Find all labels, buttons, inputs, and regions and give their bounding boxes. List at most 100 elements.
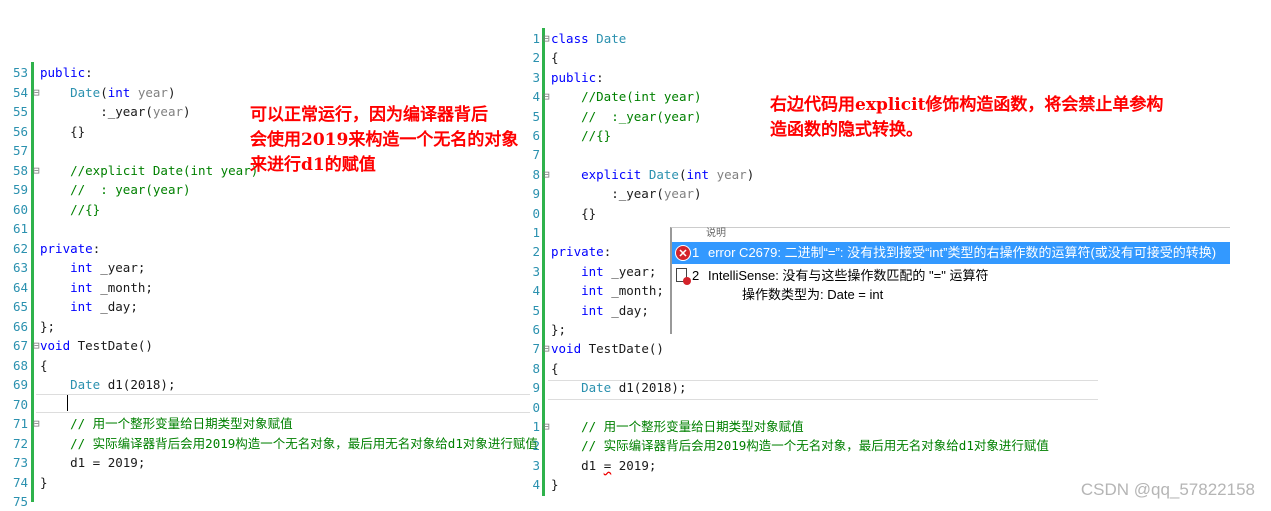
- left-annotation: 可以正常运行，因为编译器背后 会使用2019来构造一个无名的对象 来进行d1的赋…: [250, 103, 518, 178]
- code-line[interactable]: 67 ⊟ void TestDate(): [0, 336, 530, 355]
- code-line[interactable]: 68 {: [0, 356, 530, 375]
- code-text: {: [40, 357, 48, 373]
- code-line[interactable]: 70: [0, 395, 530, 414]
- line-number: 6: [532, 128, 540, 143]
- code-line[interactable]: 53 public:: [0, 63, 530, 82]
- code-line[interactable]: 9 :_year(year): [530, 184, 1100, 203]
- line-number: 6: [532, 322, 540, 337]
- line-number: 9: [532, 186, 540, 202]
- code-text: int _year;: [70, 260, 146, 275]
- code-line[interactable]: 3 d1 = 2019;: [530, 456, 1100, 475]
- code-line[interactable]: 60 //{}: [0, 200, 530, 219]
- code-line[interactable]: 61: [0, 219, 530, 238]
- fold-toggle-icon[interactable]: ⊟: [543, 165, 550, 184]
- line-number: 2: [532, 244, 540, 260]
- code-text: // 实际编译器背后会用2019构造一个无名对象，最后用无名对象给d1对象进行赋…: [70, 435, 538, 451]
- code-line[interactable]: 75: [0, 492, 530, 511]
- line-number: 4: [532, 477, 540, 493]
- code-text: //{}: [70, 201, 101, 217]
- code-text: };: [551, 322, 567, 337]
- line-number: 64: [12, 279, 28, 295]
- code-text: int _day;: [581, 302, 649, 318]
- line-number: 59: [12, 182, 28, 197]
- fold-toggle-icon[interactable]: ⊟: [33, 83, 40, 102]
- code-line[interactable]: 0 {}: [530, 204, 1100, 223]
- code-text: Date d1(2018);: [581, 380, 687, 396]
- error-row[interactable]: ✕ 1 error C2679: 二进制“=”: 没有找到接受“int”类型的右…: [672, 242, 1230, 264]
- code-line[interactable]: 62 private:: [0, 239, 530, 258]
- code-text: {: [551, 360, 559, 376]
- line-number: 75: [12, 494, 28, 509]
- code-text: int _day;: [70, 299, 138, 314]
- left-annotation-line-2: 会使用2019来构造一个无名的对象: [250, 130, 519, 150]
- code-line[interactable]: 74}: [0, 473, 530, 492]
- code-line[interactable]: 1 ⊟ class Date: [530, 29, 1100, 48]
- watermark: CSDN @qq_57822158: [1080, 480, 1255, 499]
- line-number: 8: [532, 360, 540, 376]
- intellisense-detail-row: 操作数类型为: Date = int: [672, 284, 1230, 306]
- code-line[interactable]: 69 Date d1(2018);: [0, 375, 530, 394]
- code-line[interactable]: 54 ⊟ Date(int year): [0, 83, 530, 102]
- code-line[interactable]: 73 d1 = 2019;: [0, 453, 530, 472]
- code-line[interactable]: 2 // 实际编译器背后会用2019构造一个无名对象，最后用无名对象给d1对象进…: [530, 436, 1100, 455]
- code-text: Date d1(2018);: [70, 377, 176, 392]
- line-number: 66: [12, 318, 28, 334]
- fold-toggle-icon[interactable]: ⊟: [543, 417, 550, 436]
- right-annotation-line-1: 右边代码用explicit修饰构造函数，将会禁止单参构: [770, 95, 1164, 115]
- line-number: 58: [12, 162, 28, 178]
- line-number: 1: [532, 225, 540, 240]
- code-line[interactable]: 72 // 实际编译器背后会用2019构造一个无名对象，最后用无名对象给d1对象…: [0, 434, 538, 453]
- code-line[interactable]: 66};: [0, 317, 530, 336]
- code-line[interactable]: 2{: [530, 48, 1100, 67]
- line-number: 5: [532, 302, 540, 318]
- code-text: void TestDate(): [551, 341, 664, 357]
- line-number: 1: [532, 31, 540, 46]
- code-line[interactable]: 0: [530, 398, 1100, 417]
- fold-toggle-icon[interactable]: ⊟: [543, 339, 550, 358]
- code-line[interactable]: 7 ⊟ void TestDate(): [530, 339, 1100, 358]
- code-text: int _year;: [581, 263, 657, 279]
- code-line[interactable]: 63 int _year;: [0, 258, 530, 277]
- code-text: class Date: [551, 31, 627, 46]
- code-line[interactable]: 8{: [530, 359, 1100, 378]
- intellisense-detail: 操作数类型为: Date = int: [742, 287, 884, 302]
- fold-toggle-icon[interactable]: ⊟: [543, 29, 550, 48]
- error-message: error C2679: 二进制“=”: 没有找到接受“int”类型的右操作数的…: [708, 245, 1217, 260]
- line-number: 4: [532, 283, 540, 299]
- line-number: 74: [12, 474, 28, 490]
- line-number: 63: [12, 260, 28, 275]
- code-text: // :_year(year): [581, 108, 702, 124]
- code-line[interactable]: 1 ⊟ // 用一个整形变量给日期类型对象赋值: [530, 417, 1100, 436]
- code-line[interactable]: 65 int _day;: [0, 297, 530, 316]
- line-number: 53: [12, 65, 28, 80]
- code-line[interactable]: 64 int _month;: [0, 278, 530, 297]
- fold-toggle-icon[interactable]: ⊟: [33, 336, 40, 355]
- error-list-header: 说明: [706, 228, 726, 239]
- right-annotation: 右边代码用explicit修饰构造函数，将会禁止单参构 造函数的隐式转换。: [770, 93, 1163, 143]
- line-number: 68: [12, 357, 28, 373]
- line-number: 70: [12, 396, 28, 412]
- fold-toggle-icon[interactable]: ⊟: [543, 87, 550, 106]
- code-line[interactable]: 59 // : year(year): [0, 180, 530, 199]
- code-text: void TestDate(): [40, 338, 153, 353]
- fold-toggle-icon[interactable]: ⊟: [33, 414, 40, 433]
- code-text: // : year(year): [70, 182, 191, 197]
- line-number: 55: [12, 104, 28, 119]
- intellisense-error-icon: [676, 268, 691, 285]
- line-number: 56: [12, 123, 28, 139]
- line-number: 54: [12, 84, 28, 100]
- code-line[interactable]: 8 ⊟ explicit Date(int year): [530, 165, 1100, 184]
- line-number: 1: [532, 419, 540, 434]
- code-text: int _month;: [581, 283, 664, 299]
- code-line[interactable]: 7: [530, 145, 1100, 164]
- line-number: 0: [532, 205, 540, 221]
- code-line[interactable]: 3 public:: [530, 68, 1100, 87]
- fold-toggle-icon[interactable]: ⊟: [33, 161, 40, 180]
- code-text: }: [40, 474, 48, 490]
- code-line[interactable]: 71 ⊟ // 用一个整形变量给日期类型对象赋值: [0, 414, 530, 433]
- code-line[interactable]: 9 Date d1(2018);: [530, 378, 1100, 397]
- code-line[interactable]: 4}: [530, 475, 1100, 494]
- line-number: 69: [12, 377, 28, 392]
- line-number: 5: [532, 108, 540, 124]
- line-number: 61: [12, 221, 28, 236]
